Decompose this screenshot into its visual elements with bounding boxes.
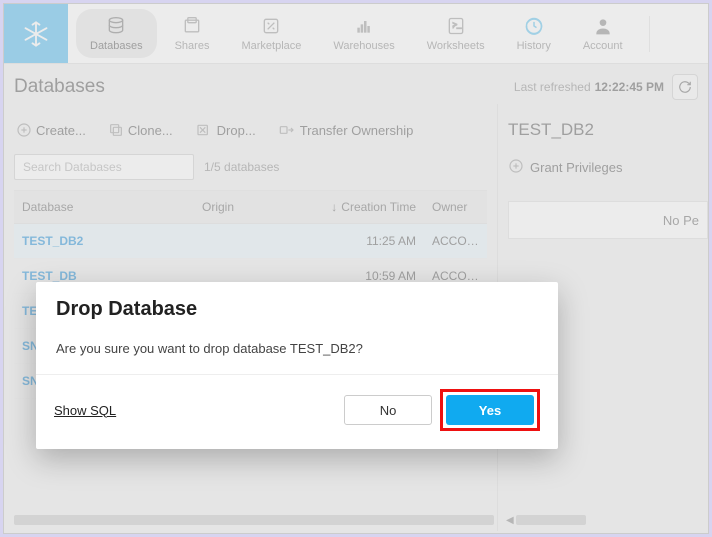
- modal-backdrop: [4, 4, 708, 533]
- modal-body: Are you sure you want to drop database T…: [36, 327, 558, 374]
- modal-title: Drop Database: [36, 282, 558, 327]
- yes-button[interactable]: Yes: [446, 395, 534, 425]
- drop-database-modal: Drop Database Are you sure you want to d…: [36, 282, 558, 449]
- show-sql-link[interactable]: Show SQL: [54, 403, 116, 418]
- no-button[interactable]: No: [344, 395, 432, 425]
- yes-button-highlight: Yes: [440, 389, 540, 431]
